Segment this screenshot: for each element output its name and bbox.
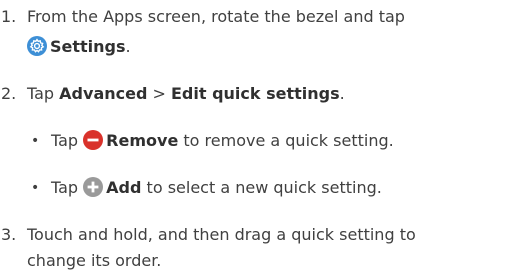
bullet-dot: • [31, 133, 40, 149]
step-text: From the Apps screen, rotate the bezel a… [27, 7, 405, 26]
step-number: 1. [1, 7, 17, 26]
remove-minus-icon [83, 130, 104, 158]
settings-gear-icon [27, 36, 47, 64]
bullet-text: Tap Remove to remove a quick setting. [51, 128, 394, 158]
add-plus-icon [83, 177, 104, 205]
step-text: change its order. [27, 251, 162, 270]
advanced-label: Advanced [59, 84, 148, 103]
bullet-dot: • [31, 180, 40, 196]
step-number: 2. [1, 84, 17, 103]
step-number: 3. [1, 225, 17, 244]
step-text: Tap Advanced > Edit quick settings. [27, 84, 345, 103]
step-text: Touch and hold, and then drag a quick se… [27, 225, 416, 244]
remove-label: Remove [106, 131, 179, 150]
edit-quick-settings-label: Edit quick settings [171, 84, 340, 103]
settings-label: Settings [50, 37, 126, 56]
add-label: Add [106, 178, 142, 197]
bullet-text: Tap Add to select a new quick setting. [51, 175, 382, 205]
